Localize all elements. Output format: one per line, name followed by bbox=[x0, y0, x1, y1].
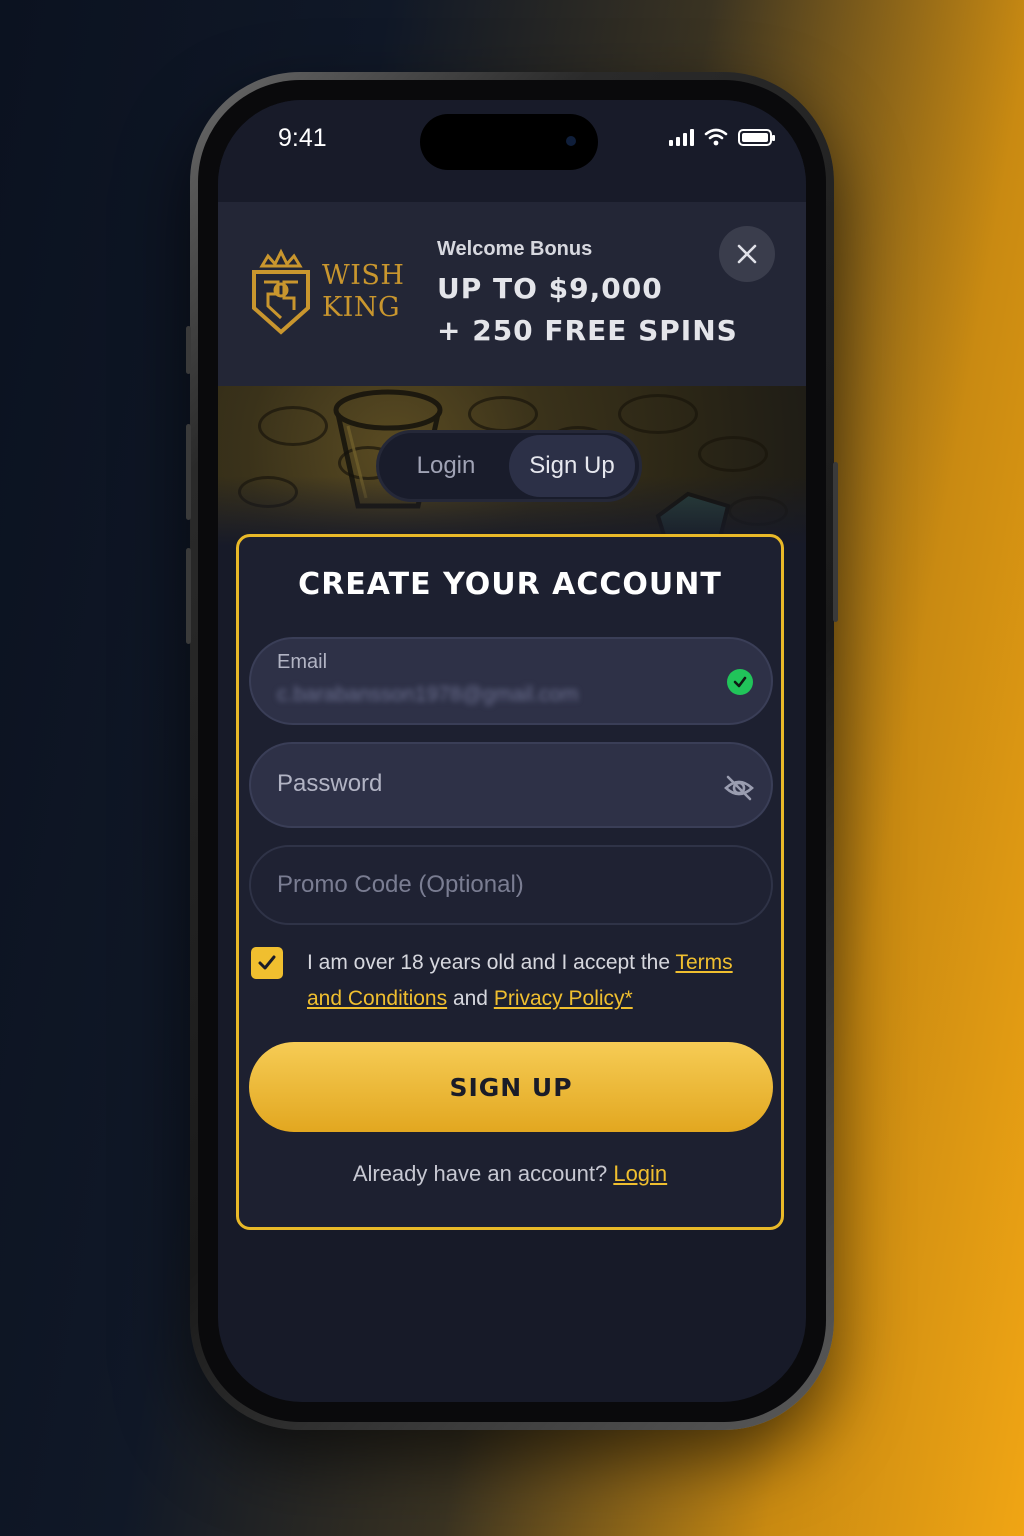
volume-up-button bbox=[186, 424, 191, 520]
privacy-policy-link[interactable]: Privacy Policy* bbox=[494, 987, 633, 1010]
status-icons bbox=[669, 128, 775, 146]
volume-down-button bbox=[186, 548, 191, 644]
auth-tabs: Login Sign Up bbox=[376, 430, 642, 502]
bonus-free-spins: + 250 FREE SPINS bbox=[437, 314, 738, 347]
password-placeholder: Password bbox=[277, 770, 383, 797]
signup-card: CREATE YOUR ACCOUNT Email c.barabansson1… bbox=[236, 534, 784, 1230]
brand-name: WISH KING bbox=[322, 260, 404, 324]
lion-crest-icon bbox=[252, 248, 310, 335]
close-button[interactable] bbox=[719, 226, 775, 282]
form-title: CREATE YOUR ACCOUNT bbox=[298, 567, 722, 602]
tab-sign-up[interactable]: Sign Up bbox=[509, 435, 635, 497]
bonus-title: Welcome Bonus bbox=[437, 238, 593, 260]
promo-code-field[interactable]: Promo Code (Optional) bbox=[249, 845, 773, 925]
battery-icon bbox=[738, 129, 775, 146]
consent-text-mid: and bbox=[447, 987, 494, 1010]
promo-code-placeholder: Promo Code (Optional) bbox=[277, 871, 524, 898]
wifi-icon bbox=[704, 128, 728, 146]
mute-switch bbox=[186, 326, 191, 374]
email-field[interactable]: Email c.barabansson1978@gmail.com bbox=[249, 637, 773, 725]
tab-login[interactable]: Login bbox=[383, 435, 509, 497]
status-time: 9:41 bbox=[278, 124, 327, 152]
brand-line-2: KING bbox=[322, 292, 401, 323]
check-circle-icon bbox=[727, 669, 753, 695]
screen: 9:41 WISH KING Welcome Bonus UP TO $9,00… bbox=[218, 100, 806, 1402]
sign-up-button[interactable]: SIGN UP bbox=[249, 1042, 773, 1132]
bonus-amount: UP TO $9,000 bbox=[437, 272, 663, 305]
power-button bbox=[833, 462, 838, 622]
brand-line-1: WISH bbox=[322, 260, 405, 291]
status-bar: 9:41 bbox=[218, 100, 806, 202]
email-label: Email bbox=[277, 651, 328, 673]
login-prompt-text: Already have an account? bbox=[352, 1161, 614, 1186]
age-terms-checkbox[interactable] bbox=[251, 947, 283, 979]
login-prompt: Already have an account? Login bbox=[239, 1161, 781, 1187]
dynamic-island bbox=[420, 114, 598, 170]
login-link[interactable]: Login bbox=[613, 1161, 667, 1186]
welcome-bonus-banner: WISH KING Welcome Bonus UP TO $9,000 + 2… bbox=[218, 202, 806, 386]
email-value: c.barabansson1978@gmail.com bbox=[277, 683, 579, 706]
consent-text-before: I am over 18 years old and I accept the bbox=[307, 951, 676, 974]
brand-logo[interactable]: WISH KING bbox=[248, 248, 408, 338]
camera-dot bbox=[566, 136, 576, 146]
checkmark-icon bbox=[258, 955, 276, 970]
signal-icon bbox=[669, 128, 694, 146]
eye-off-icon[interactable] bbox=[723, 772, 755, 804]
close-icon bbox=[737, 244, 757, 264]
password-field[interactable]: Password bbox=[249, 742, 773, 828]
consent-text: I am over 18 years old and I accept the … bbox=[307, 945, 771, 1017]
